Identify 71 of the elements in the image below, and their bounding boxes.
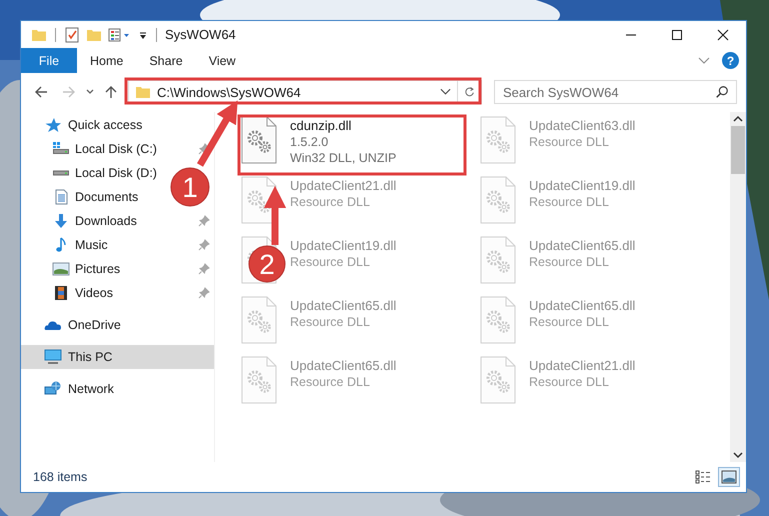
large-icons-view-button[interactable] <box>718 467 740 487</box>
gear-file-icon <box>480 116 516 164</box>
gear-file-icon <box>480 296 516 344</box>
download-icon <box>52 213 70 229</box>
sidebar-item[interactable]: Pictures <box>21 257 214 281</box>
properties-icon[interactable] <box>108 26 132 42</box>
sidebar-item[interactable]: Documents <box>21 185 142 209</box>
scroll-thumb[interactable] <box>731 126 745 174</box>
gear-file-icon <box>241 296 277 344</box>
checklist-icon[interactable] <box>64 26 80 42</box>
file-description: Resource DLL <box>529 194 610 210</box>
file-description: Win32 DLL, UNZIP <box>290 150 396 166</box>
gear-file-icon <box>241 116 277 164</box>
drive-icon <box>52 170 70 176</box>
up-arrow-icon[interactable] <box>103 84 119 100</box>
pin-icon[interactable] <box>198 143 210 155</box>
sidebar-item[interactable]: This PC <box>21 345 214 369</box>
file-description: Resource DLL <box>529 134 610 150</box>
sidebar-item[interactable]: Downloads <box>21 209 214 233</box>
file-description: Resource DLL <box>529 374 610 390</box>
file-name[interactable]: cdunzip.dll <box>290 118 396 134</box>
address-path: C:\Windows\SysWOW64 <box>157 84 302 100</box>
picture-icon <box>52 261 70 277</box>
gear-file-icon <box>241 176 277 224</box>
refresh-icon <box>464 85 475 99</box>
item-count: 168 items <box>33 470 88 484</box>
file-description: Resource DLL <box>290 314 371 330</box>
gear-file-icon <box>480 356 516 404</box>
window-title: SysWOW64 <box>165 27 236 42</box>
step-badge: 2 <box>248 246 286 282</box>
network-icon <box>44 381 62 397</box>
film-icon <box>52 285 70 301</box>
scroll-down-icon[interactable] <box>733 451 743 459</box>
file-version: 1.5.2.0 <box>290 134 330 150</box>
sidebar-item[interactable]: Local Disk (D:) <box>21 161 161 185</box>
gear-file-icon <box>241 356 277 404</box>
file-description: Resource DLL <box>529 314 610 330</box>
close-icon <box>717 28 729 40</box>
star-icon <box>44 117 62 133</box>
sidebar-item[interactable]: OneDrive <box>21 313 214 337</box>
search-icon[interactable] <box>715 85 729 99</box>
chevron-down-icon[interactable] <box>440 88 451 96</box>
minimize-icon <box>625 34 637 36</box>
address-field[interactable]: C:\Windows\SysWOW64 <box>128 80 482 104</box>
sidebar-item[interactable]: Local Disk (C:) <box>21 137 214 161</box>
scroll-up-icon[interactable] <box>733 115 743 123</box>
sidebar-item[interactable]: Network <box>21 377 214 401</box>
file-description: Resource DLL <box>290 194 371 210</box>
back-arrow-icon[interactable] <box>33 84 49 100</box>
maximize-icon <box>671 28 683 40</box>
file-description: Resource DLL <box>290 374 371 390</box>
sidebar-item[interactable]: Quick access <box>21 113 214 137</box>
help-button[interactable]: ? <box>722 52 739 69</box>
file-menu-button[interactable]: File <box>21 48 77 73</box>
annotation-arrow <box>196 100 238 167</box>
step-badge: 1 <box>170 168 210 206</box>
sidebar-item[interactable]: Music <box>21 233 214 257</box>
gear-file-icon <box>480 176 516 224</box>
ribbon-tab[interactable]: View <box>196 48 249 73</box>
file-description: Resource DLL <box>290 254 371 270</box>
search-field[interactable]: Search SysWOW64 <box>494 80 737 104</box>
gear-file-icon <box>480 236 516 284</box>
drive-icon <box>52 141 70 157</box>
file-description: Resource DLL <box>529 254 610 270</box>
ribbon-tab[interactable]: Share <box>136 48 196 73</box>
scrollbar[interactable] <box>730 112 746 462</box>
sidebar-item[interactable]: Videos <box>21 281 214 305</box>
monitor-icon <box>44 349 62 365</box>
ribbon-tab[interactable]: Home <box>77 48 136 73</box>
annotation-arrow <box>264 186 286 245</box>
folder-icon <box>135 84 151 100</box>
